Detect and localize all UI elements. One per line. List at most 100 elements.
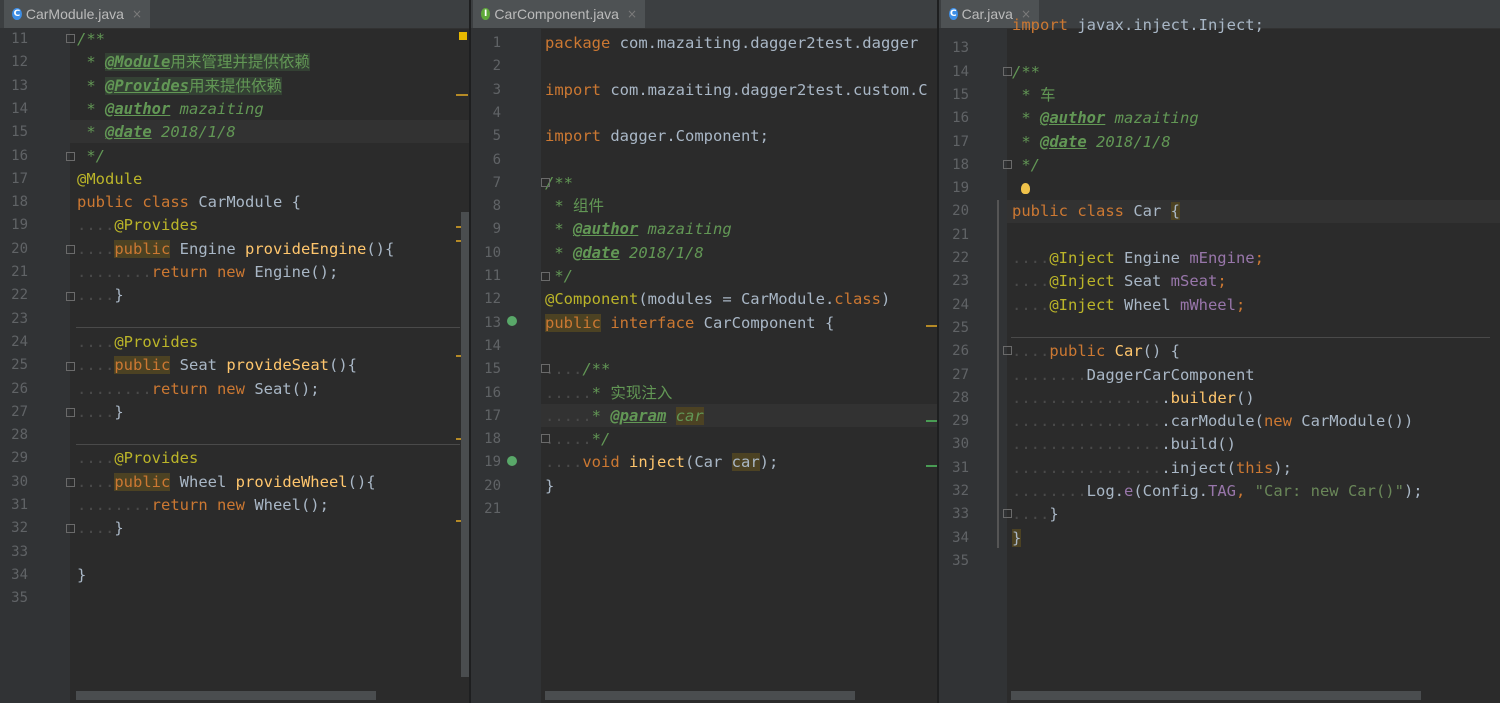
code-line[interactable]: @Module — [77, 168, 142, 191]
code-line[interactable]: .....* @param car — [545, 405, 704, 428]
line-number[interactable]: 22 — [2, 284, 28, 307]
code-line[interactable]: ....public Wheel provideWheel(){ — [77, 471, 376, 494]
line-number[interactable]: 11 — [481, 265, 501, 288]
line-number[interactable]: 7 — [481, 172, 501, 195]
editor-pane-carmodule[interactable]: C CarModule.java × 11/** 12 * @Module用来管理… — [0, 0, 470, 703]
line-number[interactable]: 20 — [481, 475, 501, 498]
line-number[interactable]: 27 — [949, 364, 969, 387]
line-number[interactable]: 14 — [2, 98, 28, 121]
fold-marker-icon[interactable] — [1003, 509, 1012, 518]
line-number[interactable]: 14 — [949, 61, 969, 84]
code-line[interactable]: ........DaggerCarComponent — [1012, 364, 1255, 387]
code-line[interactable]: /** — [77, 28, 105, 51]
fold-marker-icon[interactable] — [66, 292, 75, 301]
line-number[interactable]: 21 — [2, 261, 28, 284]
fold-marker-icon[interactable] — [541, 434, 550, 443]
line-number[interactable]: 19 — [481, 451, 501, 474]
line-number[interactable]: 28 — [2, 424, 28, 447]
line-number[interactable]: 2 — [481, 55, 501, 78]
code-line[interactable]: ....@Provides — [77, 331, 198, 354]
code-line[interactable]: ..../** — [545, 358, 610, 381]
fold-marker-icon[interactable] — [66, 478, 75, 487]
line-number[interactable]: 10 — [481, 242, 501, 265]
code-line[interactable]: public class Car { — [1012, 200, 1180, 223]
fold-marker-icon[interactable] — [541, 178, 550, 187]
line-number[interactable]: 20 — [2, 238, 28, 261]
line-number[interactable] — [949, 14, 969, 37]
line-number[interactable]: 13 — [2, 75, 28, 98]
code-line[interactable]: } — [545, 475, 554, 498]
code-line[interactable]: ....@Inject Engine mEngine; — [1012, 247, 1264, 270]
line-number[interactable]: 6 — [481, 149, 501, 172]
code-line[interactable]: ....void inject(Car car); — [545, 451, 778, 474]
line-number[interactable]: 12 — [481, 288, 501, 311]
line-number[interactable]: 15 — [949, 84, 969, 107]
code-line[interactable]: ....public Engine provideEngine(){ — [77, 238, 394, 261]
code-line[interactable]: ........return new Engine(); — [77, 261, 338, 284]
line-number[interactable]: 30 — [949, 433, 969, 456]
code-line[interactable]: ....} — [1012, 503, 1059, 526]
code-line[interactable]: ........return new Wheel(); — [77, 494, 329, 517]
line-number[interactable]: 18 — [481, 428, 501, 451]
fold-marker-icon[interactable] — [541, 272, 550, 281]
code-line[interactable]: * @date 2018/1/8 — [545, 242, 703, 265]
line-number[interactable]: 5 — [481, 125, 501, 148]
code-line[interactable]: ....} — [77, 517, 124, 540]
line-number[interactable]: 19 — [2, 214, 28, 237]
line-number[interactable]: 20 — [949, 200, 969, 223]
close-tab-icon[interactable]: × — [627, 7, 637, 21]
line-number[interactable]: 34 — [2, 564, 28, 587]
code-line[interactable]: ....public Car() { — [1012, 340, 1180, 363]
line-number[interactable]: 16 — [481, 382, 501, 405]
line-number[interactable]: 33 — [949, 503, 969, 526]
line-number[interactable]: 9 — [481, 218, 501, 241]
code-line[interactable]: .....* 实现注入 — [545, 382, 672, 405]
code-line[interactable]: import javax.inject.Inject; — [1012, 14, 1264, 37]
code-line[interactable]: .................build() — [1012, 433, 1236, 456]
horizontal-scrollbar[interactable] — [545, 691, 855, 700]
line-number[interactable]: 24 — [949, 294, 969, 317]
code-line[interactable]: * @date 2018/1/8 — [77, 121, 235, 144]
code-line[interactable]: .....*/ — [545, 428, 610, 451]
inspection-status-icon[interactable] — [459, 32, 467, 40]
code-line[interactable]: .................builder() — [1012, 387, 1255, 410]
code-line[interactable]: ....} — [77, 284, 124, 307]
line-number[interactable]: 13 — [481, 312, 501, 335]
line-number[interactable]: 26 — [2, 378, 28, 401]
line-number[interactable]: 32 — [949, 480, 969, 503]
code-line[interactable]: * 组件 — [545, 195, 604, 218]
code-line[interactable]: .................carModule(new CarModule… — [1012, 410, 1413, 433]
code-line[interactable]: * @author mazaiting — [545, 218, 731, 241]
line-number[interactable]: 15 — [2, 121, 28, 144]
fold-marker-icon[interactable] — [1003, 346, 1012, 355]
code-line[interactable]: ........return new Seat(); — [77, 378, 320, 401]
line-number[interactable]: 21 — [481, 498, 501, 521]
line-number[interactable]: 16 — [949, 107, 969, 130]
code-line[interactable]: */ — [1012, 154, 1040, 177]
code-line[interactable]: * @Provides用来提供依赖 — [77, 75, 283, 98]
line-number[interactable]: 21 — [949, 224, 969, 247]
horizontal-scrollbar[interactable] — [76, 691, 376, 700]
line-number[interactable]: 8 — [481, 195, 501, 218]
horizontal-scrollbar[interactable] — [1011, 691, 1421, 700]
line-number[interactable]: 13 — [949, 37, 969, 60]
fold-marker-icon[interactable] — [66, 245, 75, 254]
lightbulb-icon[interactable] — [1021, 183, 1030, 194]
line-number[interactable]: 24 — [2, 331, 28, 354]
code-line[interactable]: * @author mazaiting — [77, 98, 263, 121]
code-line[interactable]: /** — [1012, 61, 1040, 84]
fold-marker-icon[interactable] — [66, 362, 75, 371]
code-line[interactable]: import dagger.Component; — [545, 125, 769, 148]
line-number[interactable]: 17 — [481, 405, 501, 428]
line-number[interactable]: 31 — [949, 457, 969, 480]
error-stripe-mark[interactable] — [456, 94, 468, 96]
code-line[interactable]: } — [77, 564, 86, 587]
line-number[interactable]: 11 — [2, 28, 28, 51]
line-number[interactable]: 34 — [949, 527, 969, 550]
line-number[interactable]: 30 — [2, 471, 28, 494]
code-line[interactable]: import com.mazaiting.dagger2test.custom.… — [545, 79, 928, 102]
line-number[interactable]: 14 — [481, 335, 501, 358]
line-number[interactable]: 35 — [2, 587, 28, 610]
fold-marker-icon[interactable] — [541, 364, 550, 373]
code-line[interactable]: * 车 — [1012, 84, 1055, 107]
